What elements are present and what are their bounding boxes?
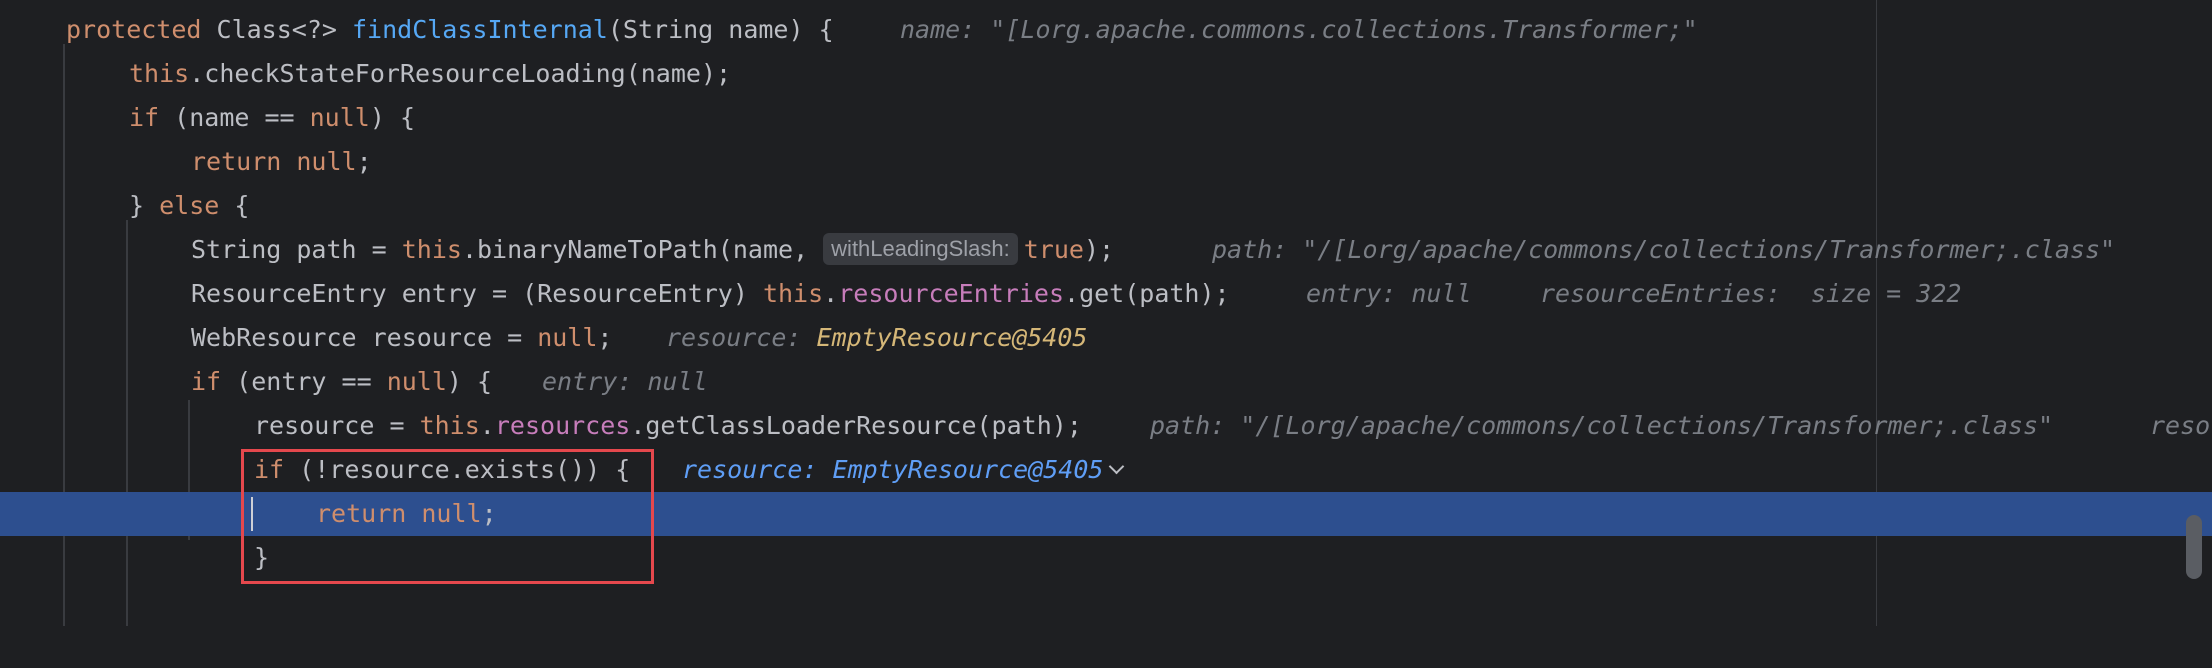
code-editor[interactable]: protected Class<?> findClassInternal(Str…: [0, 0, 2212, 626]
code-text: .: [479, 411, 495, 440]
keyword: if: [129, 103, 160, 132]
debug-inline-value: reso: [2150, 411, 2211, 440]
code-line: if (name == null) {: [0, 96, 2212, 140]
debug-inline-value: path: "/[Lorg/apache/commons/collections…: [1212, 235, 2116, 264]
code-text: .checkStateForResourceLoading(name);: [189, 59, 732, 88]
code-line: this.checkStateForResourceLoading(name);: [0, 52, 2212, 96]
keyword: null: [386, 367, 447, 396]
code-text: (name ==: [159, 103, 310, 132]
code-text: ResourceEntry entry = (ResourceEntry): [191, 279, 763, 308]
code-text: .getClassLoaderResource(path);: [630, 411, 1082, 440]
debug-inline-value: entry: null: [542, 367, 708, 396]
parameter-name-hint: withLeadingSlash:: [823, 233, 1018, 265]
keyword: return: [191, 147, 297, 176]
code-line: WebResource resource = null; resource: E…: [0, 316, 2212, 360]
debug-inline-value: path: "/[Lorg/apache/commons/collections…: [1150, 411, 2054, 440]
code-text: (entry ==: [221, 367, 387, 396]
code-text: }: [129, 191, 160, 220]
keyword: this: [762, 279, 824, 308]
keyword: this: [419, 411, 480, 440]
debug-inline-value: resourceEntries: size = 322: [1540, 279, 1962, 308]
code-text: .: [823, 279, 839, 308]
keyword: else: [159, 191, 220, 220]
code-text: ;: [597, 323, 613, 352]
code-line: String path = this.binaryNameToPath(name…: [0, 228, 2212, 272]
debug-inline-value: entry: null: [1306, 279, 1472, 308]
field-name: resources: [494, 411, 631, 440]
keyword: null: [309, 103, 370, 132]
code-text: );: [1083, 235, 1115, 264]
code-text: ) {: [446, 367, 493, 396]
code-text: WebResource resource =: [191, 323, 538, 352]
code-line: return null;: [0, 140, 2212, 184]
highlight-annotation-box: [241, 449, 654, 584]
vertical-scrollbar-thumb[interactable]: [2186, 515, 2202, 579]
code-text: String path =: [191, 235, 402, 264]
code-text: ) {: [369, 103, 415, 132]
code-line: resource = this.resources.getClassLoader…: [0, 404, 2212, 448]
code-line: if (entry == null) { entry: null: [0, 360, 2212, 404]
debug-inline-value: name: "[Lorg.apache.commons.collections.…: [900, 15, 1698, 44]
chevron-down-icon[interactable]: [1109, 458, 1125, 475]
code-text: {: [219, 191, 250, 220]
code-line: } else {: [0, 184, 2212, 228]
debug-inline-value[interactable]: EmptyResource@5405: [817, 323, 1088, 352]
code-line: ResourceEntry entry = (ResourceEntry) th…: [0, 272, 2212, 316]
keyword: null: [296, 147, 357, 176]
code-text: .binaryNameToPath(name,: [461, 235, 824, 264]
code-text: .get(path);: [1064, 279, 1230, 308]
keyword: this: [401, 235, 462, 264]
code-line: protected Class<?> findClassInternal(Str…: [0, 8, 2212, 52]
field-name: resourceEntries: [838, 279, 1065, 308]
debug-inline-value[interactable]: resource: EmptyResource@5405: [682, 455, 1103, 484]
method-name: findClassInternal: [351, 15, 608, 44]
keyword: null: [537, 323, 598, 352]
keyword: protected: [66, 15, 217, 44]
code-text: (String name) {: [607, 15, 834, 44]
code-text: resource =: [254, 411, 420, 440]
debug-inline-label: resource:: [666, 323, 817, 352]
code-text: ;: [356, 147, 372, 176]
keyword: this: [129, 59, 190, 88]
type: Class<?>: [216, 15, 352, 44]
keyword: true: [1023, 235, 1084, 264]
keyword: if: [191, 367, 222, 396]
